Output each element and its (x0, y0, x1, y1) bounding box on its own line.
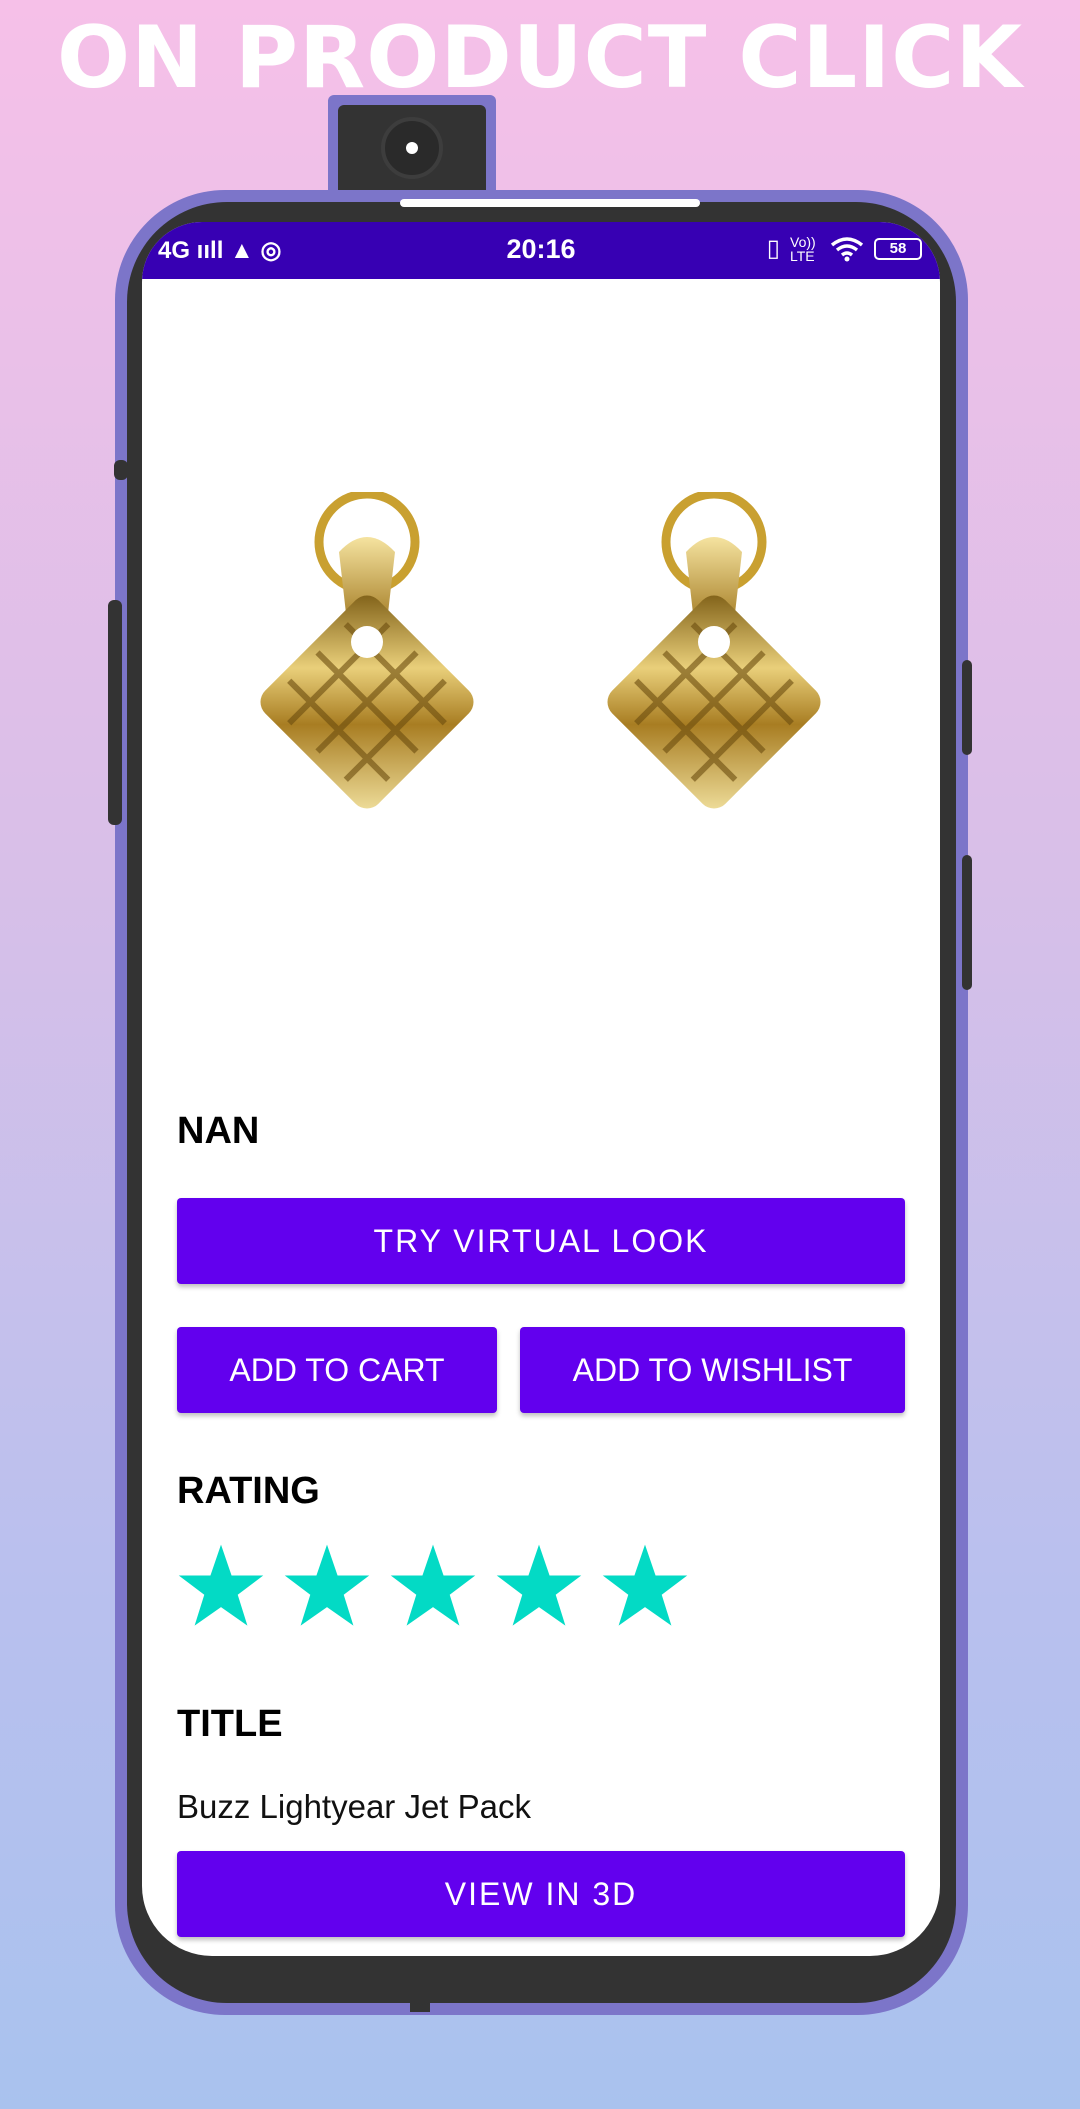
app-screen: 4G ııll ▲ ◎ 20:16 ▯ Vo)) LTE 58 NAN TRY … (142, 222, 940, 1956)
view-in-3d-button[interactable]: VIEW IN 3D (177, 1851, 905, 1937)
speaker-bar (400, 199, 700, 207)
try-virtual-look-button[interactable]: TRY VIRTUAL LOOK (177, 1198, 905, 1284)
star-icon[interactable] (177, 1542, 265, 1630)
star-icon[interactable] (495, 1542, 583, 1630)
earring-right (607, 492, 821, 809)
add-to-wishlist-button[interactable]: ADD TO WISHLIST (520, 1327, 905, 1413)
title-label: TITLE (177, 1703, 283, 1745)
product-image (260, 492, 821, 809)
bottom-port (410, 1990, 430, 2012)
wifi-icon (830, 236, 864, 261)
star-icon[interactable] (389, 1542, 477, 1630)
rating-label: RATING (177, 1470, 320, 1512)
status-bar: 4G ııll ▲ ◎ 20:16 ▯ Vo)) LTE 58 (142, 222, 940, 279)
vibrate-icon: ▯ (766, 235, 780, 262)
battery-icon: 58 (874, 237, 922, 260)
add-to-cart-button[interactable]: ADD TO CART (177, 1327, 497, 1413)
star-icon[interactable] (601, 1542, 689, 1630)
side-button (962, 855, 972, 990)
volte-label: Vo)) LTE (790, 233, 816, 264)
status-right: ▯ Vo)) LTE 58 (767, 234, 922, 263)
rating-stars[interactable] (177, 1542, 689, 1630)
product-name: NAN (177, 1110, 260, 1152)
volume-button (108, 600, 122, 825)
earring-left (260, 492, 474, 809)
camera-lens-icon (381, 117, 443, 179)
product-title: Buzz Lightyear Jet Pack (177, 1788, 532, 1825)
star-icon[interactable] (283, 1542, 371, 1630)
power-button (962, 660, 972, 755)
side-notch (114, 460, 128, 480)
banner-title: ON PRODUCT CLICK (57, 8, 1023, 108)
